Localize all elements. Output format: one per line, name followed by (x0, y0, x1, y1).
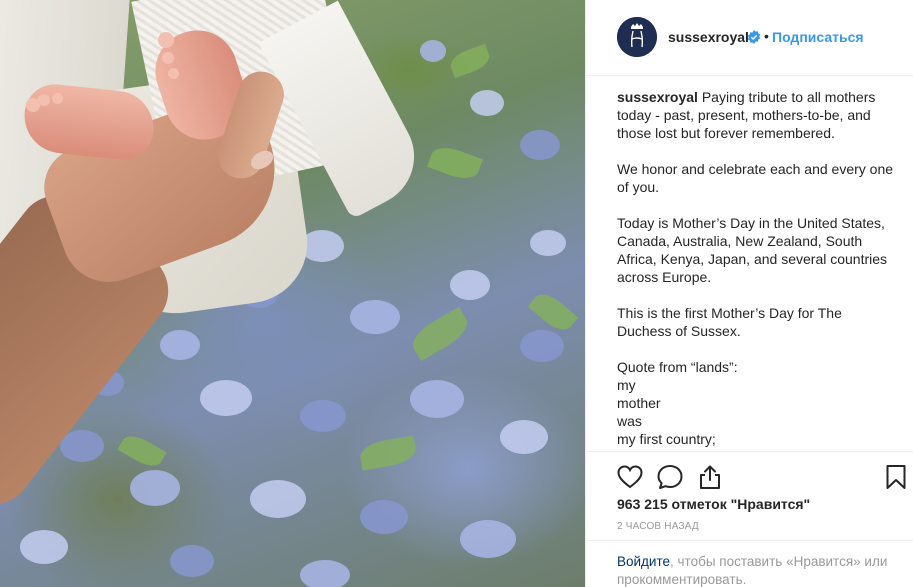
header-username[interactable]: sussexroyal (668, 29, 749, 45)
likes-count[interactable]: 963 215 отметок "Нравится" (617, 496, 810, 512)
comment-bubble-icon[interactable] (656, 463, 684, 491)
quote-line: my first country; (617, 431, 716, 447)
post-caption: sussexroyal Paying tribute to all mother… (617, 88, 899, 450)
post-timestamp[interactable]: 2 ЧАСОВ НАЗАД (617, 521, 699, 532)
caption-paragraph: Today is Mother’s Day in the United Stat… (617, 215, 888, 285)
login-prompt: Войдите, чтобы поставить «Нравится» или … (617, 553, 897, 587)
instagram-post: sussexroyal • Подписаться sussexroyal Pa… (0, 0, 913, 587)
sussex-monogram-icon[interactable] (617, 17, 657, 57)
caption-quote: Quote from “lands”: my mother was my fir… (617, 358, 899, 448)
share-icon[interactable] (696, 463, 724, 491)
quote-line: my (617, 377, 636, 393)
post-actions (586, 451, 913, 499)
heart-icon[interactable] (616, 463, 644, 491)
quote-line: mother (617, 395, 661, 411)
quote-line: Quote from “lands”: (617, 359, 738, 375)
comment-section: Войдите, чтобы поставить «Нравится» или … (586, 540, 913, 587)
caption-username[interactable]: sussexroyal (617, 89, 698, 105)
login-link[interactable]: Войдите (617, 554, 670, 569)
caption-paragraph: We honor and celebrate each and every on… (617, 161, 894, 195)
bookmark-icon[interactable] (882, 463, 910, 491)
follow-button[interactable]: Подписаться (772, 29, 864, 45)
verified-badge-icon (747, 30, 761, 44)
caption-paragraph: This is the first Mother’s Day for The D… (617, 305, 842, 339)
post-sidebar: sussexroyal • Подписаться sussexroyal Pa… (585, 0, 913, 587)
quote-line: was (617, 413, 642, 429)
post-header: sussexroyal • Подписаться (586, 0, 913, 76)
post-photo[interactable] (0, 0, 585, 587)
header-separator: • (764, 28, 769, 44)
caption-paragraph: sussexroyal Paying tribute to all mother… (617, 88, 899, 142)
